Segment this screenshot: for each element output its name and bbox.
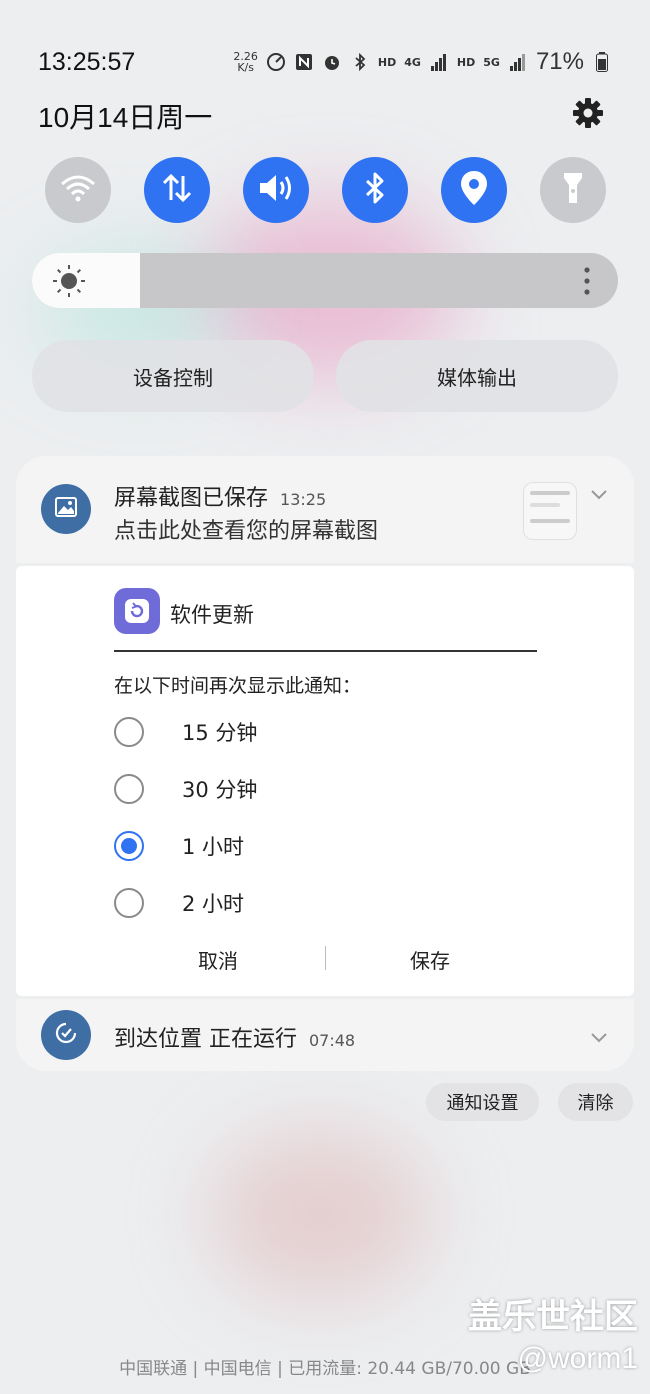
wifi-toggle[interactable] — [45, 157, 111, 223]
snooze-panel: 软件更新 在以下时间再次显示此通知： 15 分钟 30 分钟 1 小时 2 小时… — [16, 566, 634, 996]
wifi-icon — [60, 173, 96, 207]
notification-title: 到达位置 正在运行 — [114, 1027, 297, 1052]
clear-button[interactable]: 清除 — [558, 1083, 633, 1121]
notification-body: 点击此处查看您的屏幕截图 — [114, 519, 379, 544]
battery-icon — [592, 52, 612, 72]
clear-label: 清除 — [577, 1093, 614, 1114]
network-speed: 2.26 K/s — [233, 51, 258, 73]
brightness-sun-icon — [52, 264, 86, 298]
notification-time: 13:25 — [280, 490, 327, 509]
radio-button[interactable] — [114, 888, 144, 918]
speaker-icon — [256, 170, 296, 210]
signal-icon — [429, 52, 449, 72]
snooze-option-30min[interactable]: 30 分钟 — [114, 774, 257, 804]
clock: 13:25:57 — [38, 48, 136, 76]
hd-badge: HD — [377, 55, 397, 69]
data-arrows-icon — [159, 170, 195, 210]
flashlight-icon — [558, 169, 588, 211]
data-saver-icon — [266, 52, 286, 72]
option-label: 15 分钟 — [182, 721, 258, 745]
notification-time: 07:48 — [309, 1031, 356, 1050]
snooze-actions: 取消 保存 — [16, 944, 634, 980]
flashlight-toggle[interactable] — [540, 157, 606, 223]
device-control-label: 设备控制 — [133, 365, 213, 390]
location-toggle[interactable] — [441, 157, 507, 223]
signal-icon-2 — [508, 52, 528, 72]
network-type-2: 5G — [483, 55, 500, 69]
radio-button[interactable] — [114, 717, 144, 747]
sound-toggle[interactable] — [243, 157, 309, 223]
check-routine-icon — [54, 1021, 78, 1049]
screenshot-notification[interactable]: 屏幕截图已保存 13:25 点击此处查看您的屏幕截图 — [16, 456, 634, 563]
brightness-slider[interactable] — [32, 253, 618, 308]
radio-button[interactable] — [114, 774, 144, 804]
radio-button-selected[interactable] — [114, 831, 144, 861]
hd-badge-2: HD — [456, 55, 476, 69]
mobile-data-toggle[interactable] — [144, 157, 210, 223]
location-pin-icon — [459, 169, 489, 211]
brightness-fill — [32, 253, 141, 308]
network-type-1: 4G — [404, 55, 421, 69]
arrival-notification[interactable]: 到达位置 正在运行 07:48 — [16, 999, 634, 1071]
screenshot-thumbnail[interactable] — [523, 482, 577, 540]
settings-gear-icon[interactable] — [572, 97, 604, 129]
divider — [114, 650, 537, 652]
expand-chevron-icon[interactable] — [590, 486, 608, 505]
nfc-icon — [294, 52, 314, 72]
notification-settings-label: 通知设置 — [446, 1093, 519, 1114]
software-update-app-icon — [114, 588, 160, 634]
snooze-prompt: 在以下时间再次显示此通知： — [114, 675, 362, 697]
image-icon — [55, 497, 77, 521]
media-output-label: 媒体输出 — [437, 365, 517, 390]
media-output-button[interactable]: 媒体输出 — [336, 340, 618, 412]
cancel-button[interactable]: 取消 — [192, 944, 244, 975]
expand-chevron-icon[interactable] — [590, 1029, 608, 1048]
watermark-user: @worm1 — [517, 1342, 638, 1375]
app-name: 软件更新 — [170, 603, 254, 627]
snooze-option-2hours[interactable]: 2 小时 — [114, 888, 244, 918]
network-speed-unit: K/s — [237, 61, 254, 74]
watermark-title: 盖乐世社区 — [468, 1297, 638, 1337]
alarm-icon — [322, 52, 342, 72]
notification-app-icon — [41, 1010, 91, 1060]
option-label: 1 小时 — [182, 835, 245, 859]
button-divider — [325, 946, 326, 970]
option-label: 30 分钟 — [182, 778, 258, 802]
device-control-button[interactable]: 设备控制 — [32, 340, 314, 412]
snooze-option-15min[interactable]: 15 分钟 — [114, 717, 257, 747]
bluetooth-toggle[interactable] — [342, 157, 408, 223]
notification-title: 屏幕截图已保存 — [114, 486, 269, 511]
date: 10月14日周一 — [38, 102, 213, 133]
bluetooth-icon — [360, 170, 390, 210]
snooze-option-1hour[interactable]: 1 小时 — [114, 831, 244, 861]
notification-settings-button[interactable]: 通知设置 — [426, 1083, 539, 1121]
notification-app-icon — [41, 484, 91, 534]
save-button[interactable]: 保存 — [404, 944, 456, 975]
status-icons: 2.26 K/s HD 4G HD 5G 71% — [233, 48, 612, 76]
bluetooth-status-icon — [350, 52, 370, 72]
more-options-icon[interactable] — [584, 267, 590, 299]
battery-percentage: 71% — [535, 48, 584, 75]
option-label: 2 小时 — [182, 892, 245, 916]
